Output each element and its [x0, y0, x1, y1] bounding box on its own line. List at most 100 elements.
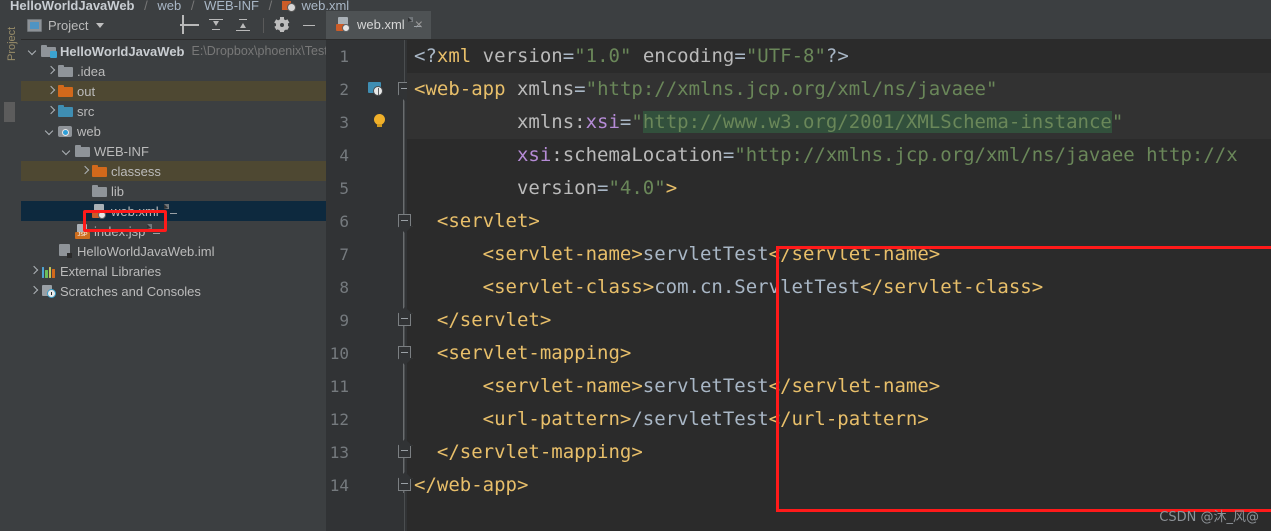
collapse-all-icon[interactable] [209, 18, 225, 34]
tree-node-label: classess [111, 163, 161, 179]
tree-node-path: E:\Dropbox\phoenix\Test [191, 44, 328, 58]
code-line-4[interactable]: xsi:schemaLocation="http://xmlns.jcp.org… [407, 139, 1271, 172]
stripe-button-project[interactable]: Project [6, 15, 18, 61]
editor-gutter[interactable]: 1 2 3 4 5 6 7 8 9 10 11 12 13 14 [326, 40, 411, 531]
tree-node-web-inf[interactable]: WEB-INF [21, 141, 326, 161]
code-viewport[interactable]: 1 2 3 4 5 6 7 8 9 10 11 12 13 14 <?xml version="1.0" … [326, 40, 1271, 531]
code-line-5[interactable]: version="4.0"> [407, 172, 1271, 205]
tree-node-out[interactable]: out [21, 81, 326, 101]
tree-node-web-xml[interactable]: web.xml [21, 201, 326, 221]
chevron-down-icon[interactable] [29, 47, 38, 56]
code-line-1[interactable]: <?xml version="1.0" encoding="UTF-8"?> [407, 40, 1271, 73]
code-token-tag: <servlet-name> [482, 243, 643, 265]
line-number: 2 [339, 80, 349, 99]
code-token-punct: = [562, 45, 575, 67]
gutter-line-13: 13 [326, 436, 411, 469]
chevron-down-icon[interactable] [96, 23, 105, 28]
line-number: 3 [339, 113, 349, 132]
chevron-down-icon[interactable] [63, 147, 72, 156]
chevron-right-icon[interactable] [46, 87, 55, 96]
chevron-down-icon[interactable] [46, 127, 55, 136]
code-token-tag: xml [436, 45, 472, 67]
breadcrumb-item-webinf[interactable]: WEB-INF [204, 0, 259, 12]
code-line-9[interactable]: </servlet> [407, 304, 1271, 337]
code-token-tag: > [665, 177, 678, 199]
editor-area: web.xml × 1 2 3 4 5 6 7 8 9 10 11 12 13 14 <?xml vers… [326, 11, 1271, 531]
close-icon[interactable]: × [415, 17, 423, 31]
chevron-right-icon[interactable] [80, 167, 89, 176]
tree-node-index-jsp[interactable]: JSP index.jsp [21, 221, 326, 241]
folder-gray-icon [75, 145, 90, 157]
chevron-right-icon[interactable] [46, 107, 55, 116]
tree-node-scratches-and-consoles[interactable]: Scratches and Consoles [21, 281, 326, 301]
tree-node-idea[interactable]: .idea [21, 61, 326, 81]
intention-bulb-icon[interactable] [374, 114, 385, 129]
editor-tab-label: web.xml [357, 16, 405, 32]
libraries-icon [41, 265, 56, 278]
code-token-tag: <web-app [414, 78, 506, 100]
code-token-str: "UTF-8" [745, 45, 826, 67]
tree-node-lib[interactable]: lib [21, 181, 326, 201]
code-token-tag: </servlet-mapping> [436, 441, 643, 463]
code-token-punct: = [734, 45, 746, 67]
project-tree: HelloWorldJavaWeb E:\Dropbox\phoenix\Test… [21, 40, 328, 301]
chevron-right-icon[interactable] [46, 67, 55, 76]
line-number: 1 [339, 47, 349, 66]
locate-icon[interactable] [182, 16, 198, 34]
tree-node-helloworldjavaweb[interactable]: HelloWorldJavaWeb E:\Dropbox\phoenix\Test [21, 41, 328, 61]
tree-node-external-libraries[interactable]: External Libraries [21, 261, 326, 281]
line-number: 9 [339, 311, 349, 330]
tree-node-src[interactable]: src [21, 101, 326, 121]
project-panel-header: Project [21, 12, 326, 40]
expand-all-icon[interactable] [236, 18, 252, 34]
code-line-2[interactable]: <web-app xmlns="http://xmlns.jcp.org/xml… [407, 73, 1271, 106]
code-line-11[interactable]: <servlet-name>servletTest</servlet-name> [407, 370, 1271, 403]
tree-node-classess[interactable]: classess [21, 161, 326, 181]
breadcrumb-separator: / [268, 0, 273, 12]
tree-node-label: src [77, 103, 95, 119]
breadcrumb-item-web[interactable]: web [157, 0, 181, 12]
code-content[interactable]: <?xml version="1.0" encoding="UTF-8"?> <w… [407, 40, 1271, 531]
tool-window-stripe-left: Project [0, 12, 22, 531]
gutter-line-6: 6 [326, 205, 411, 238]
editor-tab-bar-empty [430, 11, 1271, 39]
url-string-highlighted: http://www.w3.org/2001/XMLSchema-instanc… [642, 111, 1112, 133]
code-line-8[interactable]: <servlet-class>com.cn.ServletTest</servl… [407, 271, 1271, 304]
code-token-str: "1.0" [574, 45, 632, 67]
code-token-tag: <url-pattern> [482, 408, 632, 430]
web-descriptor-icon[interactable] [368, 82, 384, 97]
tree-node-label: lib [111, 183, 125, 199]
breadcrumb-item-project[interactable]: HelloWorldJavaWeb [10, 0, 135, 12]
project-panel-title-group[interactable]: Project [27, 18, 105, 33]
web-folder-icon [58, 125, 73, 138]
breadcrumb-separator: / [190, 0, 195, 12]
code-line-7[interactable]: <servlet-name>servletTest</servlet-name> [407, 238, 1271, 271]
tree-node-helloworldjavaweb-iml[interactable]: HelloWorldJavaWeb.iml [21, 241, 326, 261]
folder-blue-icon [58, 105, 73, 117]
code-token-txt: servletTest [642, 375, 769, 397]
code-line-6[interactable]: <servlet> [407, 205, 1271, 238]
code-line-12[interactable]: <url-pattern>/servletTest</url-pattern> [407, 403, 1271, 436]
code-token-tag: <servlet> [436, 210, 540, 232]
chevron-right-icon[interactable] [29, 267, 38, 276]
folder-orange-icon [92, 165, 107, 177]
hide-icon[interactable] [302, 18, 318, 34]
editor-tab-web-xml[interactable]: web.xml × [326, 11, 431, 39]
xml-file-icon [336, 17, 421, 32]
chevron-right-icon[interactable] [29, 287, 38, 296]
code-line-10[interactable]: <servlet-mapping> [407, 337, 1271, 370]
editor-tab-bar: web.xml × [326, 11, 1271, 40]
code-token-tag: <servlet-name> [482, 375, 643, 397]
code-line-14[interactable]: </web-app> [407, 469, 1271, 502]
settings-gear-icon[interactable] [274, 17, 291, 34]
tree-node-web[interactable]: web [21, 121, 326, 141]
code-line-3[interactable]: xmlns:xsi="http://www.w3.org/2001/XMLSch… [407, 106, 1271, 139]
code-line-13[interactable]: </servlet-mapping> [407, 436, 1271, 469]
code-token-attr: xmlns: [516, 111, 586, 133]
